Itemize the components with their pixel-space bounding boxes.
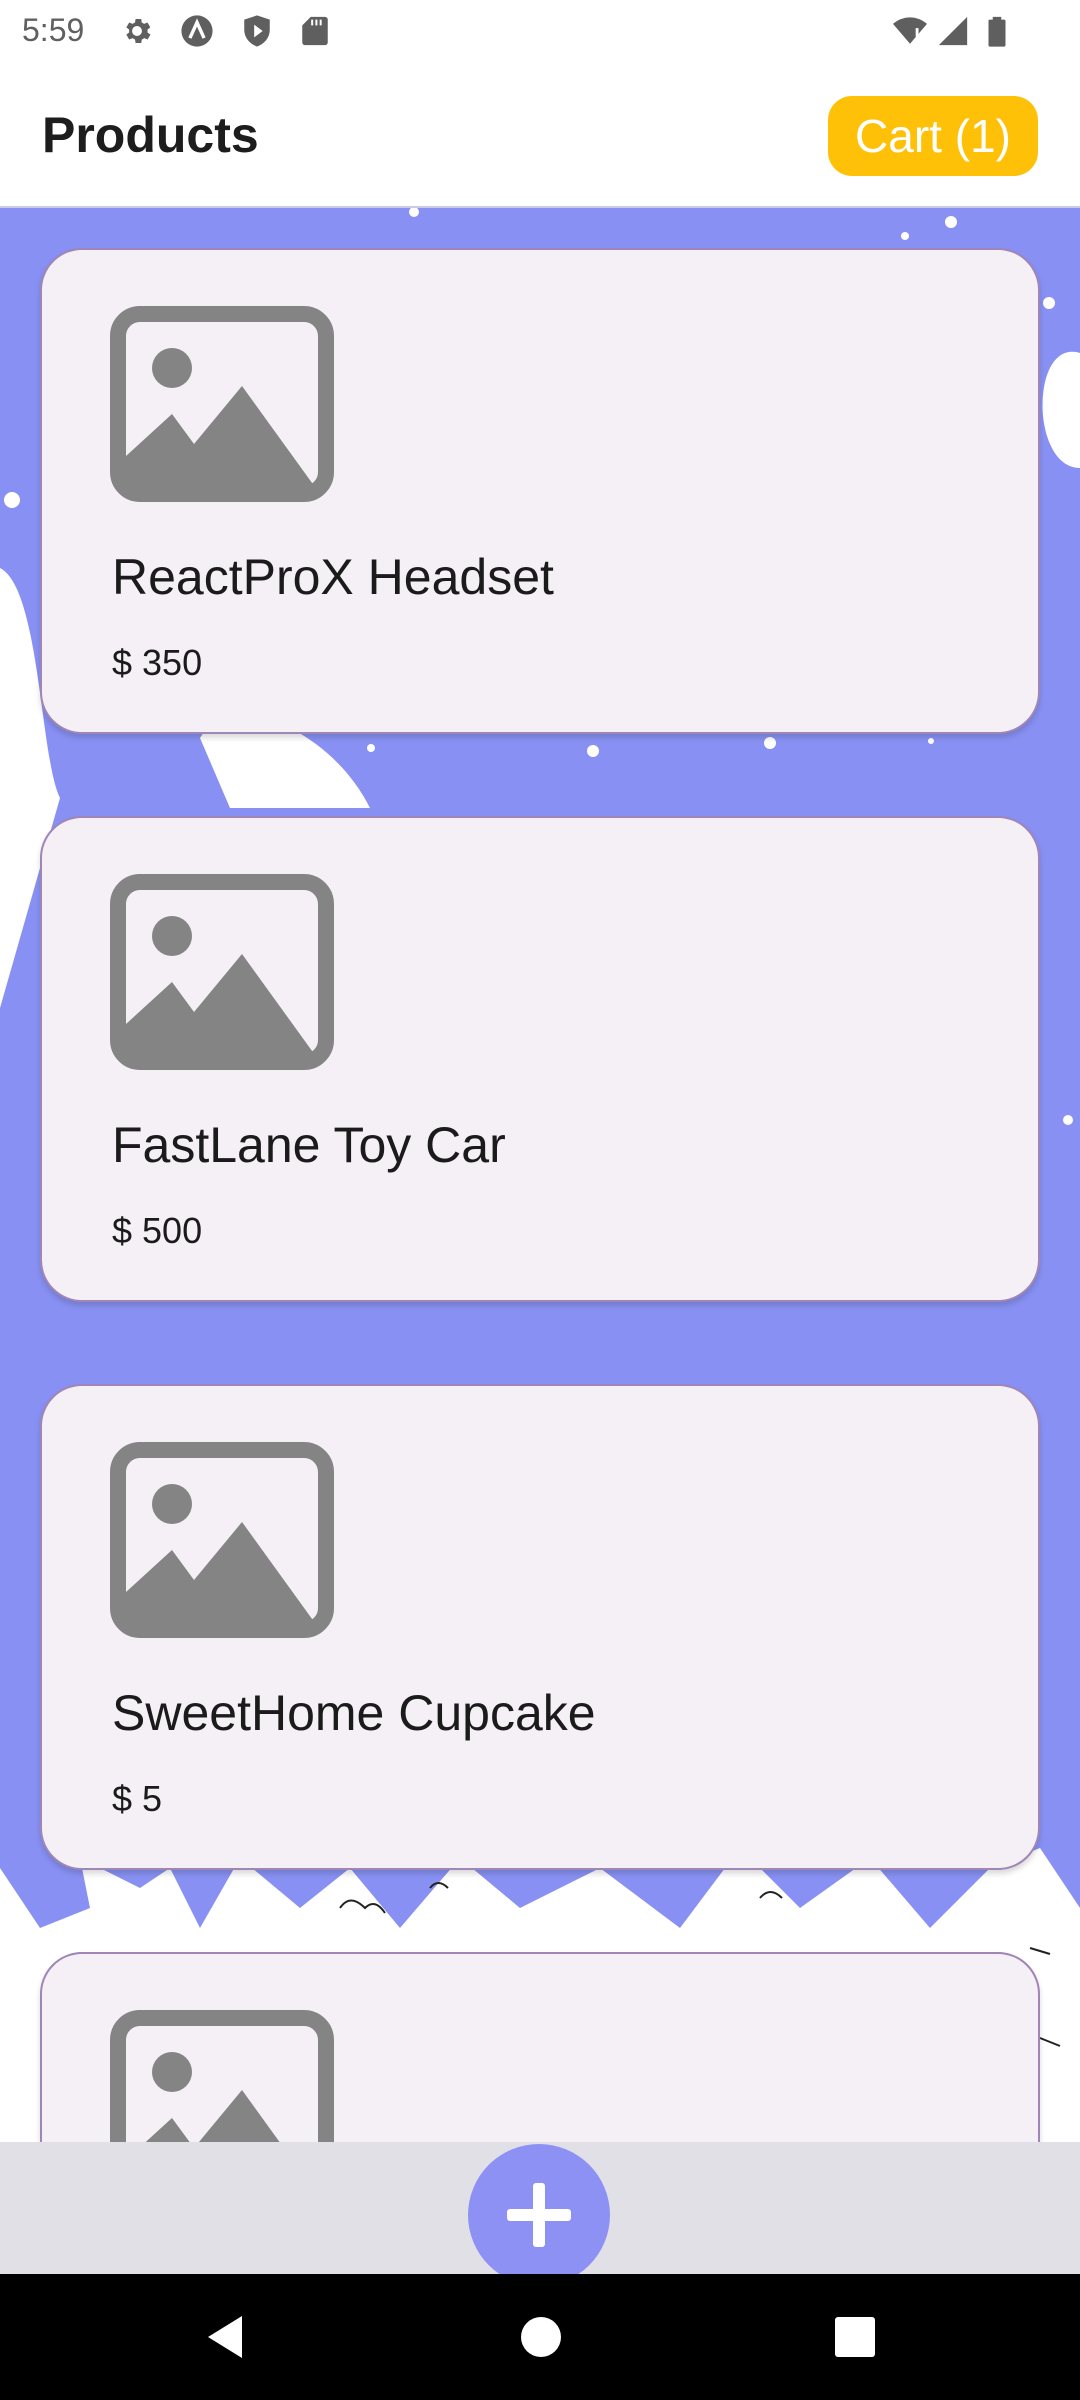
product-card[interactable] [40, 1952, 1040, 2142]
product-name: SweetHome Cupcake [112, 1685, 596, 1741]
product-price: $ 5 [112, 1778, 163, 1819]
shield-play-icon [244, 15, 270, 47]
sd-card-icon [302, 16, 328, 46]
a-icon [181, 15, 213, 47]
wifi-icon [893, 17, 927, 44]
product-price: $ 350 [112, 642, 203, 683]
product-card[interactable]: ReactProX Headset $ 350 [40, 248, 1040, 734]
signal-icon [938, 16, 968, 46]
status-bar: 5:59 [0, 0, 1080, 64]
product-name: ReactProX Headset [112, 549, 554, 605]
image-placeholder-icon [110, 2010, 334, 2142]
gear-icon [126, 18, 151, 44]
battery-icon [988, 16, 1006, 47]
status-time: 5:59 [22, 12, 85, 48]
home-icon[interactable] [516, 2312, 566, 2362]
product-name: FastLane Toy Car [112, 1117, 506, 1173]
app-bar: Products Cart (1) [0, 64, 1080, 208]
page-title: Products [42, 107, 259, 163]
product-card[interactable]: FastLane Toy Car $ 500 [40, 816, 1040, 1302]
plus-icon [507, 2183, 571, 2247]
product-list[interactable]: ReactProX Headset $ 350 FastLane Toy Car… [0, 208, 1080, 2142]
cart-button[interactable]: Cart (1) [828, 96, 1038, 176]
recents-icon[interactable] [830, 2312, 880, 2362]
product-price: $ 500 [112, 1210, 203, 1251]
back-icon[interactable] [200, 2312, 250, 2362]
product-card[interactable]: SweetHome Cupcake $ 5 [40, 1384, 1040, 1870]
image-placeholder-icon [110, 1442, 334, 1638]
add-product-button[interactable] [468, 2144, 610, 2286]
image-placeholder-icon [110, 306, 334, 502]
system-nav-bar [0, 2274, 1080, 2400]
image-placeholder-icon [110, 874, 334, 1070]
